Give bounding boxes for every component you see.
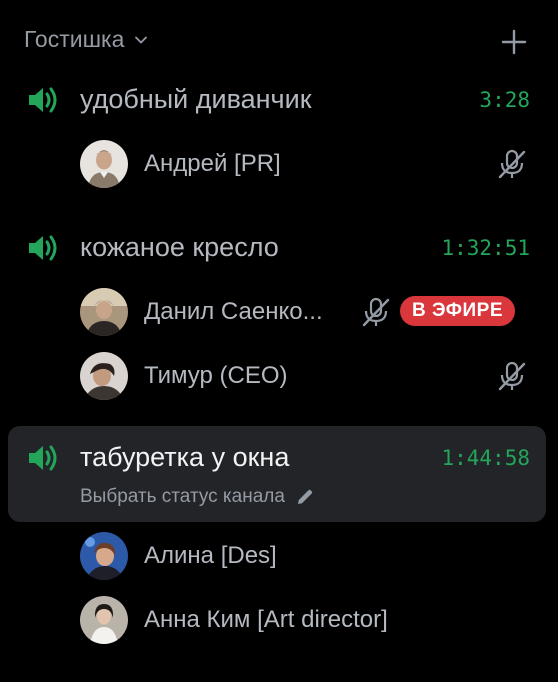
avatar [80,288,128,336]
user-name: Анна Ким [Art director] [144,606,388,633]
voice-user[interactable]: Алина [Des] [80,528,540,584]
speaker-icon [29,235,57,261]
avatar [80,140,128,188]
channel-timer: 1:32:51 [441,236,530,260]
mic-muted-icon [498,361,526,391]
user-name: Алина [Des] [144,542,277,569]
channel-name: табуретка у окна [80,442,290,472]
avatar [80,596,128,644]
voice-user[interactable]: Данил Саенко... В ЭФИРЕ [80,284,540,340]
channel-timer: 3:28 [479,88,530,112]
user-name: Тимур (CEO) [144,362,288,389]
category-title: Гостишка [24,26,125,52]
add-channel-button[interactable] [496,24,532,60]
pencil-icon [297,489,313,504]
voice-user[interactable]: Андрей [PR] [80,136,540,192]
mic-muted-icon [362,297,390,327]
speaker-icon [29,87,57,113]
voice-channel-taburetka-u-okna[interactable]: табуретка у окна 1:44:58 Выбрать статус … [8,426,546,522]
speaker-icon [29,445,57,471]
channel-status-text: Выбрать статус канала [80,486,285,507]
user-name: Данил Саенко... [144,298,323,325]
plus-icon [501,29,527,55]
channel-name: удобный диванчик [80,84,312,114]
avatar [80,352,128,400]
avatar [80,532,128,580]
category-header[interactable]: Гостишка [24,26,148,53]
channel-timer: 1:44:58 [441,446,530,470]
voice-channel-udobny-divanchik[interactable]: удобный диванчик 3:28 [8,78,546,122]
user-name: Андрей [PR] [144,150,281,177]
set-channel-status-button[interactable]: Выбрать статус канала [80,486,315,508]
chevron-down-icon [135,36,148,43]
channel-name: кожаное кресло [80,232,279,262]
voice-user[interactable]: Анна Ким [Art director] [80,592,540,648]
voice-channel-kozhanoe-kreslo[interactable]: кожаное кресло 1:32:51 [8,226,546,270]
mic-muted-icon [498,149,526,179]
live-badge: В ЭФИРЕ [400,296,515,326]
voice-user[interactable]: Тимур (CEO) [80,348,540,404]
